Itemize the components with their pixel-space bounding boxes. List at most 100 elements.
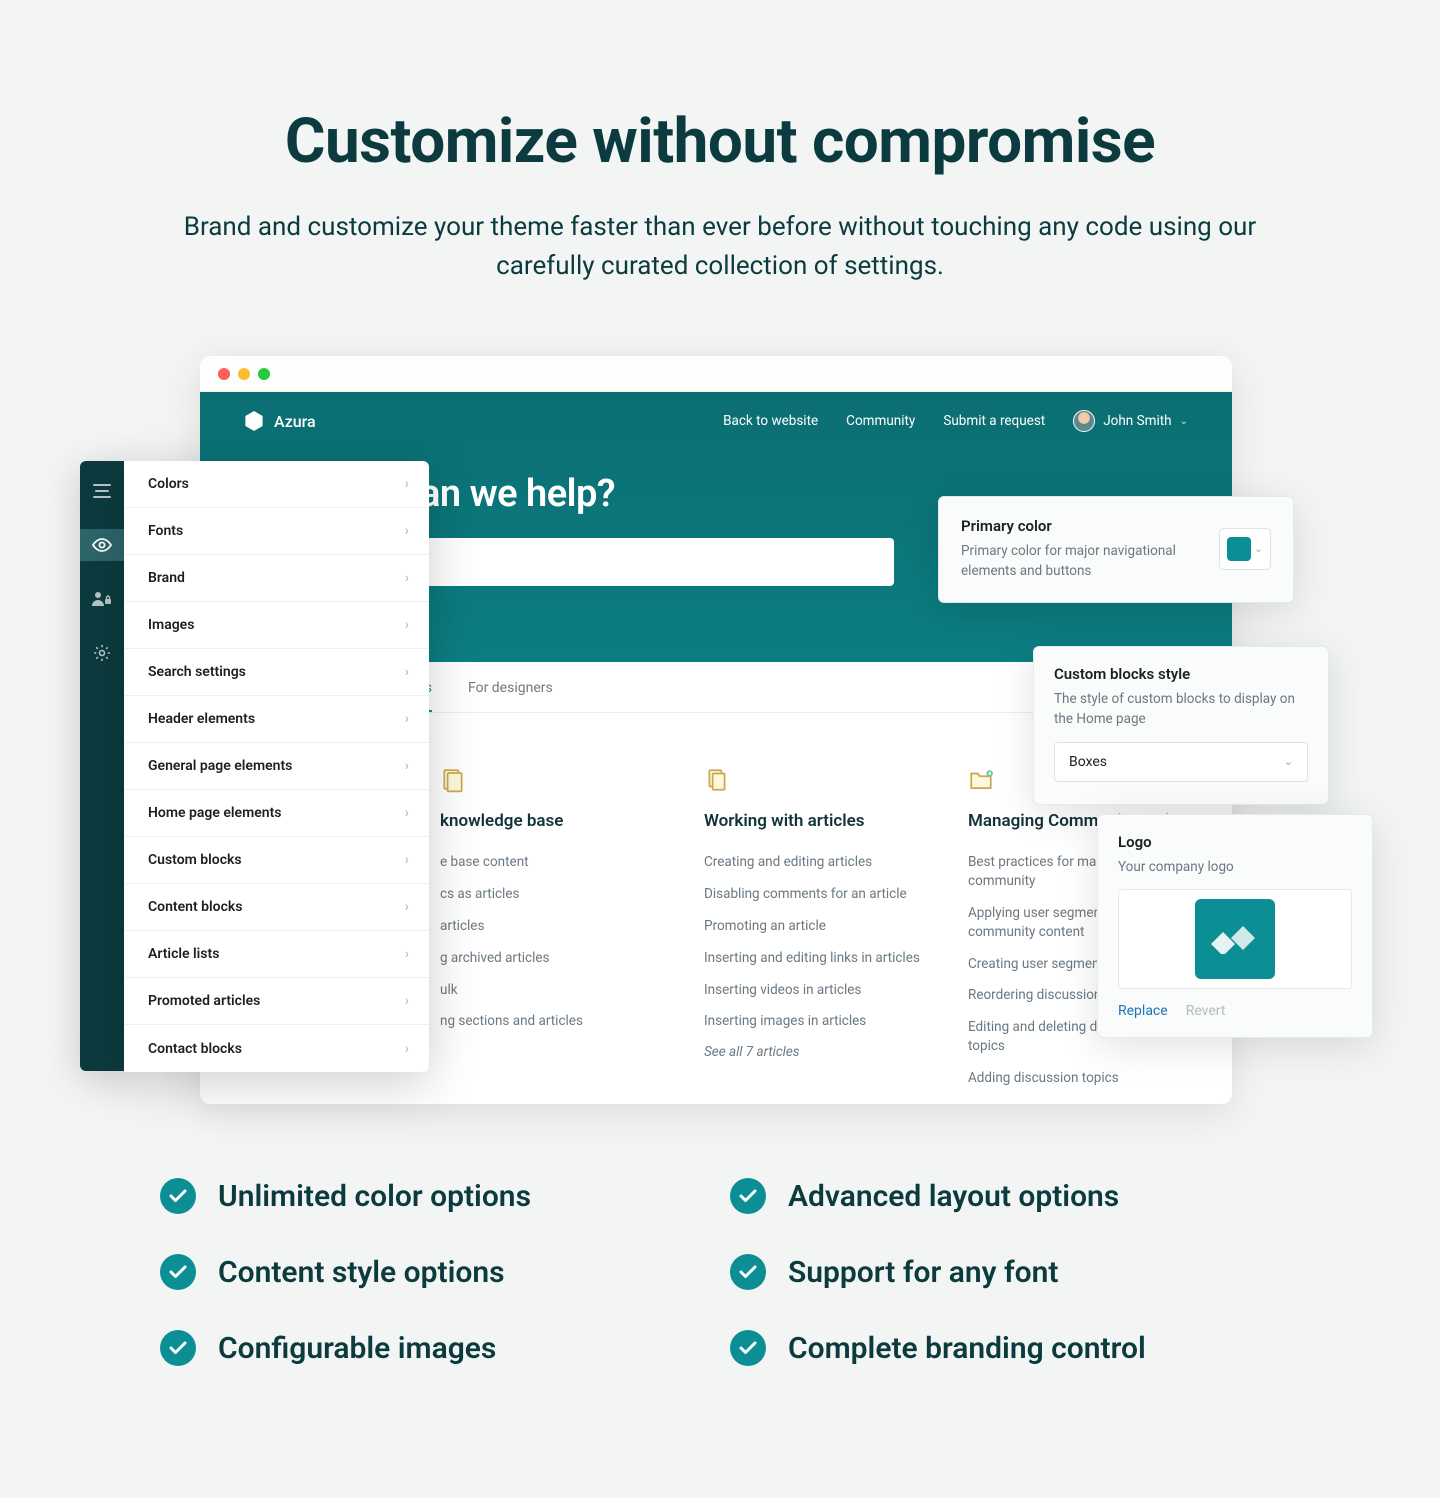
list-item[interactable]: Inserting videos in articles bbox=[704, 981, 928, 1000]
swatch-color bbox=[1227, 537, 1251, 561]
traffic-close-icon bbox=[218, 368, 230, 380]
eye-icon[interactable] bbox=[80, 529, 124, 561]
chevron-down-icon: ⌄ bbox=[1254, 544, 1262, 555]
list-item[interactable]: Inserting and editing links in articles bbox=[704, 949, 928, 968]
settings-row-promoted[interactable]: Promoted articles› bbox=[124, 978, 429, 1025]
blocks-select[interactable]: Boxes ⌄ bbox=[1054, 742, 1308, 782]
chevron-right-icon: › bbox=[405, 899, 409, 915]
nav-community-link[interactable]: Community bbox=[846, 413, 915, 429]
chevron-right-icon: › bbox=[405, 993, 409, 1009]
col1-title: knowledge base bbox=[440, 811, 664, 831]
list-item[interactable]: ng sections and articles bbox=[440, 1012, 664, 1031]
color-swatch[interactable]: ⌄ bbox=[1219, 528, 1271, 570]
feature-label: Unlimited color options bbox=[218, 1179, 531, 1214]
settings-row-brand[interactable]: Brand› bbox=[124, 555, 429, 602]
col2-title: Working with articles bbox=[704, 811, 928, 831]
check-icon bbox=[160, 1254, 196, 1290]
brand-name: Azura bbox=[274, 412, 316, 431]
list-item[interactable]: e base content bbox=[440, 853, 664, 872]
chevron-right-icon: › bbox=[405, 711, 409, 727]
chevron-down-icon: ⌄ bbox=[1180, 416, 1188, 427]
search-input[interactable] bbox=[420, 538, 894, 586]
check-icon bbox=[730, 1254, 766, 1290]
feature-item: Complete branding control bbox=[730, 1330, 1280, 1366]
settings-row-home[interactable]: Home page elements› bbox=[124, 790, 429, 837]
logo-preview bbox=[1118, 889, 1352, 989]
feature-label: Configurable images bbox=[218, 1331, 496, 1366]
list-item[interactable]: articles bbox=[440, 917, 664, 936]
chevron-right-icon: › bbox=[405, 946, 409, 962]
feature-item: Unlimited color options bbox=[160, 1178, 710, 1214]
settings-row-header[interactable]: Header elements› bbox=[124, 696, 429, 743]
tab-designers[interactable]: For designers bbox=[468, 680, 553, 712]
folder-icon bbox=[968, 767, 994, 793]
col1-list: e base content cs as articles articles g… bbox=[440, 853, 664, 1031]
book-icon bbox=[440, 767, 466, 793]
check-icon bbox=[730, 1330, 766, 1366]
traffic-min-icon bbox=[238, 368, 250, 380]
check-icon bbox=[730, 1178, 766, 1214]
brand-logo-icon bbox=[244, 411, 264, 431]
settings-row-colors[interactable]: Colors› bbox=[124, 461, 429, 508]
menu-icon[interactable] bbox=[80, 475, 124, 507]
list-item[interactable]: Creating and editing articles bbox=[704, 853, 928, 872]
feature-item: Configurable images bbox=[160, 1330, 710, 1366]
panel-title: Custom blocks style bbox=[1054, 665, 1308, 683]
feature-item: Advanced layout options bbox=[730, 1178, 1280, 1214]
nav-submit-link[interactable]: Submit a request bbox=[943, 413, 1045, 429]
panel-desc: Primary color for major navigational ele… bbox=[961, 541, 1205, 582]
gear-icon[interactable] bbox=[80, 637, 124, 669]
logo-replace-link[interactable]: Replace bbox=[1118, 1003, 1168, 1019]
users-lock-icon[interactable] bbox=[80, 583, 124, 615]
settings-row-customblocks[interactable]: Custom blocks› bbox=[124, 837, 429, 884]
feature-label: Content style options bbox=[218, 1255, 505, 1290]
col2-list: Creating and editing articles Disabling … bbox=[704, 853, 928, 1031]
nav-back-link[interactable]: Back to website bbox=[723, 413, 818, 429]
list-item[interactable]: Disabling comments for an article bbox=[704, 885, 928, 904]
panel-custom-blocks: Custom blocks style The style of custom … bbox=[1033, 646, 1329, 805]
list-item[interactable]: Adding discussion topics bbox=[968, 1069, 1192, 1088]
see-all-link[interactable]: See all 7 articles bbox=[704, 1044, 928, 1060]
list-item[interactable]: Inserting images in articles bbox=[704, 1012, 928, 1031]
settings-row-fonts[interactable]: Fonts› bbox=[124, 508, 429, 555]
settings-row-general[interactable]: General page elements› bbox=[124, 743, 429, 790]
admin-rail bbox=[80, 461, 124, 1071]
logo-revert-link[interactable]: Revert bbox=[1186, 1003, 1226, 1019]
files-icon bbox=[704, 767, 730, 793]
feature-label: Support for any font bbox=[788, 1255, 1058, 1290]
page-subhead: Brand and customize your theme faster th… bbox=[170, 208, 1270, 286]
select-value: Boxes bbox=[1069, 754, 1107, 770]
user-menu[interactable]: John Smith ⌄ bbox=[1073, 410, 1188, 432]
chevron-right-icon: › bbox=[405, 852, 409, 868]
traffic-max-icon bbox=[258, 368, 270, 380]
brand[interactable]: Azura bbox=[244, 411, 316, 431]
panel-title: Logo bbox=[1118, 833, 1352, 851]
panel-logo: Logo Your company logo Replace Revert bbox=[1097, 814, 1373, 1038]
feature-label: Advanced layout options bbox=[788, 1179, 1119, 1214]
settings-row-search[interactable]: Search settings› bbox=[124, 649, 429, 696]
settings-row-articlelists[interactable]: Article lists› bbox=[124, 931, 429, 978]
settings-row-images[interactable]: Images› bbox=[124, 602, 429, 649]
list-item[interactable]: Promoting an article bbox=[704, 917, 928, 936]
features-grid: Unlimited color options Advanced layout … bbox=[150, 1178, 1290, 1366]
settings-row-contentblocks[interactable]: Content blocks› bbox=[124, 884, 429, 931]
chevron-right-icon: › bbox=[405, 476, 409, 492]
feature-label: Complete branding control bbox=[788, 1331, 1146, 1366]
chevron-right-icon: › bbox=[405, 523, 409, 539]
list-item[interactable]: cs as articles bbox=[440, 885, 664, 904]
settings-list: Colors› Fonts› Brand› Images› Search set… bbox=[124, 461, 429, 1072]
logo-tile bbox=[1195, 899, 1275, 979]
panel-desc: Your company logo bbox=[1118, 857, 1352, 877]
chevron-right-icon: › bbox=[405, 617, 409, 633]
feature-item: Support for any font bbox=[730, 1254, 1280, 1290]
chevron-right-icon: › bbox=[405, 758, 409, 774]
check-icon bbox=[160, 1330, 196, 1366]
list-item[interactable]: g archived articles bbox=[440, 949, 664, 968]
avatar bbox=[1073, 410, 1095, 432]
feature-item: Content style options bbox=[160, 1254, 710, 1290]
settings-row-contact[interactable]: Contact blocks› bbox=[124, 1025, 429, 1072]
chevron-right-icon: › bbox=[405, 664, 409, 680]
page-headline: Customize without compromise bbox=[0, 105, 1440, 178]
list-item[interactable]: ulk bbox=[440, 981, 664, 1000]
panel-title: Primary color bbox=[961, 517, 1205, 535]
